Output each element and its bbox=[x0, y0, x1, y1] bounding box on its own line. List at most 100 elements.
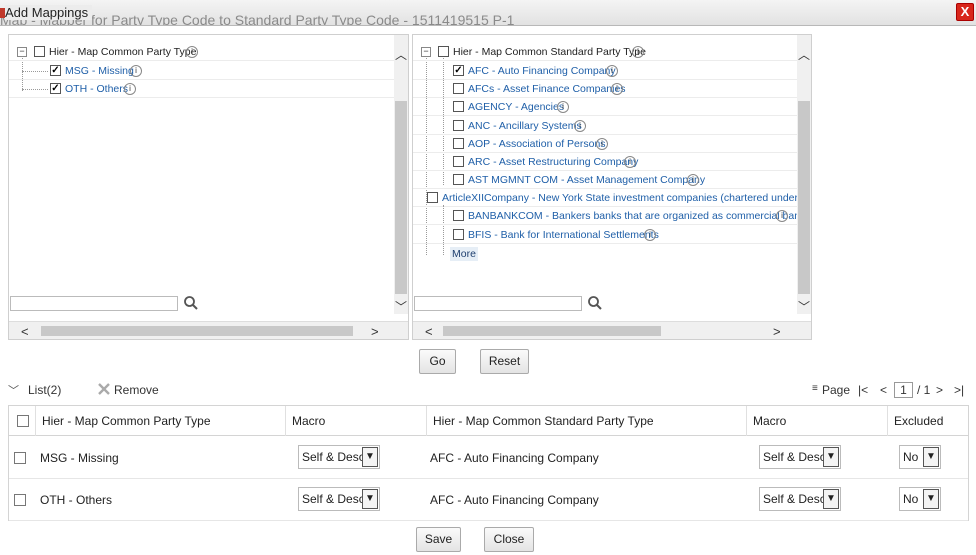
item-checkbox[interactable] bbox=[453, 120, 464, 131]
pagination: ≡ Page |< < 1 / 1 > >| bbox=[808, 382, 968, 400]
search-input[interactable] bbox=[414, 296, 582, 311]
macro-select[interactable]: Self & Desc ▼ bbox=[298, 445, 380, 469]
vertical-scrollbar[interactable]: ︿ ﹀ bbox=[394, 35, 408, 314]
info-icon[interactable]: i bbox=[186, 46, 198, 58]
tree-item-label[interactable]: BFIS - Bank for International Settlement… bbox=[468, 226, 659, 244]
tree-item-label[interactable]: OTH - Others bbox=[65, 80, 128, 98]
tree-item-label[interactable]: AST MGMNT COM - Asset Management Company bbox=[468, 171, 705, 189]
reset-button[interactable]: Reset bbox=[480, 349, 529, 374]
remove-x-icon[interactable] bbox=[97, 382, 111, 396]
info-icon[interactable]: i bbox=[606, 65, 618, 77]
column-header[interactable]: Hier - Map Common Standard Party Type bbox=[426, 406, 746, 436]
tree-item-label[interactable]: AOP - Association of Persons bbox=[468, 135, 606, 153]
tree-item-label[interactable]: AGENCY - Agencies bbox=[468, 98, 564, 116]
info-icon[interactable]: i bbox=[557, 101, 569, 113]
chevron-down-icon[interactable]: ▼ bbox=[362, 489, 378, 509]
scroll-left-icon[interactable]: < bbox=[21, 324, 29, 339]
search-icon[interactable] bbox=[183, 295, 199, 311]
info-icon[interactable]: i bbox=[130, 65, 142, 77]
tree-item-label[interactable]: AFCs - Asset Finance Companies bbox=[468, 80, 626, 98]
scroll-right-icon[interactable]: > bbox=[773, 324, 781, 339]
item-checkbox[interactable] bbox=[453, 83, 464, 94]
scroll-up-icon[interactable]: ︿ bbox=[797, 49, 811, 61]
macro-select[interactable]: Self & Desc ▼ bbox=[759, 487, 841, 511]
item-checkbox[interactable]: ✓ bbox=[50, 83, 61, 94]
row-checkbox[interactable] bbox=[14, 494, 26, 506]
column-header[interactable]: Excluded bbox=[887, 406, 968, 436]
info-icon[interactable]: i bbox=[124, 83, 136, 95]
scroll-right-icon[interactable]: > bbox=[371, 324, 379, 339]
tree-item-label[interactable]: AFC - Auto Financing Company bbox=[468, 62, 616, 80]
item-checkbox[interactable] bbox=[453, 101, 464, 112]
tree-item-label[interactable]: BANBANKCOM - Bankers banks that are orga… bbox=[468, 207, 797, 225]
tree-item-label[interactable]: ARC - Asset Restructuring Company bbox=[468, 153, 638, 171]
remove-button[interactable]: Remove bbox=[114, 383, 159, 397]
tree-item-label[interactable]: ANC - Ancillary Systems bbox=[468, 117, 582, 135]
scroll-down-icon[interactable]: ﹀ bbox=[797, 301, 811, 313]
chevron-down-icon[interactable]: ▼ bbox=[362, 447, 378, 467]
item-checkbox[interactable] bbox=[453, 156, 464, 167]
chevron-down-icon[interactable]: ▼ bbox=[923, 447, 939, 467]
minus-icon[interactable]: − bbox=[421, 47, 431, 57]
column-header[interactable]: Hier - Map Common Party Type bbox=[35, 406, 285, 436]
scroll-thumb[interactable] bbox=[395, 101, 407, 294]
chevron-down-icon[interactable]: ▼ bbox=[823, 489, 839, 509]
save-button[interactable]: Save bbox=[416, 527, 461, 552]
tree-item-label[interactable]: ArticleXIICompany - New York State inves… bbox=[442, 189, 797, 207]
excluded-select[interactable]: No ▼ bbox=[899, 445, 941, 469]
tree-item: AST MGMNT COM - Asset Management Company… bbox=[413, 171, 797, 189]
search-input[interactable] bbox=[10, 296, 178, 311]
page-size-icon[interactable]: ≡ bbox=[812, 383, 818, 394]
go-button[interactable]: Go bbox=[419, 349, 456, 374]
root-checkbox[interactable] bbox=[438, 46, 449, 57]
info-icon[interactable]: i bbox=[644, 229, 656, 241]
chevron-down-icon[interactable]: ▼ bbox=[823, 447, 839, 467]
info-icon[interactable]: i bbox=[624, 156, 636, 168]
list-title: List(2) bbox=[28, 383, 62, 397]
tree-item-label[interactable]: MSG - Missing bbox=[65, 62, 134, 80]
first-page-icon[interactable]: |< bbox=[858, 383, 868, 397]
macro-select[interactable]: Self & Desc ▼ bbox=[298, 487, 380, 511]
scroll-left-icon[interactable]: < bbox=[425, 324, 433, 339]
item-checkbox[interactable]: ✓ bbox=[453, 65, 464, 76]
excluded-select[interactable]: No ▼ bbox=[899, 487, 941, 511]
column-header[interactable]: Macro bbox=[285, 406, 426, 436]
scroll-thumb[interactable] bbox=[41, 326, 353, 336]
item-checkbox[interactable] bbox=[453, 138, 464, 149]
item-checkbox[interactable] bbox=[453, 210, 464, 221]
info-icon[interactable]: i bbox=[611, 83, 623, 95]
scroll-thumb[interactable] bbox=[443, 326, 661, 336]
item-checkbox[interactable]: ✓ bbox=[50, 65, 61, 76]
scroll-up-icon[interactable]: ︿ bbox=[394, 49, 408, 61]
item-checkbox[interactable] bbox=[453, 174, 464, 185]
row-checkbox[interactable] bbox=[14, 452, 26, 464]
more-link[interactable]: More bbox=[450, 247, 478, 261]
info-icon[interactable]: i bbox=[776, 210, 788, 222]
root-checkbox[interactable] bbox=[34, 46, 45, 57]
chevron-down-icon[interactable]: ▼ bbox=[923, 489, 939, 509]
info-icon[interactable]: i bbox=[596, 138, 608, 150]
minus-icon[interactable]: − bbox=[17, 47, 27, 57]
item-checkbox[interactable] bbox=[427, 192, 438, 203]
select-all-checkbox[interactable] bbox=[17, 415, 29, 427]
search-icon[interactable] bbox=[587, 295, 603, 311]
item-checkbox[interactable] bbox=[453, 229, 464, 240]
horizontal-scrollbar[interactable]: < > bbox=[413, 321, 811, 339]
column-header[interactable]: Macro bbox=[746, 406, 887, 436]
next-page-icon[interactable]: > bbox=[936, 383, 943, 397]
last-page-icon[interactable]: >| bbox=[954, 383, 964, 397]
excluded-value: No bbox=[903, 450, 919, 464]
vertical-scrollbar[interactable]: ︿ ﹀ bbox=[797, 35, 811, 314]
scroll-thumb[interactable] bbox=[798, 101, 810, 294]
prev-page-icon[interactable]: < bbox=[880, 383, 887, 397]
info-icon[interactable]: i bbox=[632, 46, 644, 58]
info-icon[interactable]: i bbox=[687, 174, 699, 186]
scroll-down-icon[interactable]: ﹀ bbox=[394, 301, 408, 313]
chevron-down-icon[interactable]: ﹀ bbox=[8, 382, 19, 398]
macro-select[interactable]: Self & Desc ▼ bbox=[759, 445, 841, 469]
page-number-input[interactable]: 1 bbox=[894, 382, 913, 398]
close-button[interactable]: Close bbox=[484, 527, 534, 552]
horizontal-scrollbar[interactable]: < > bbox=[9, 321, 408, 339]
info-icon[interactable]: i bbox=[574, 120, 586, 132]
close-icon[interactable]: X bbox=[956, 3, 974, 21]
